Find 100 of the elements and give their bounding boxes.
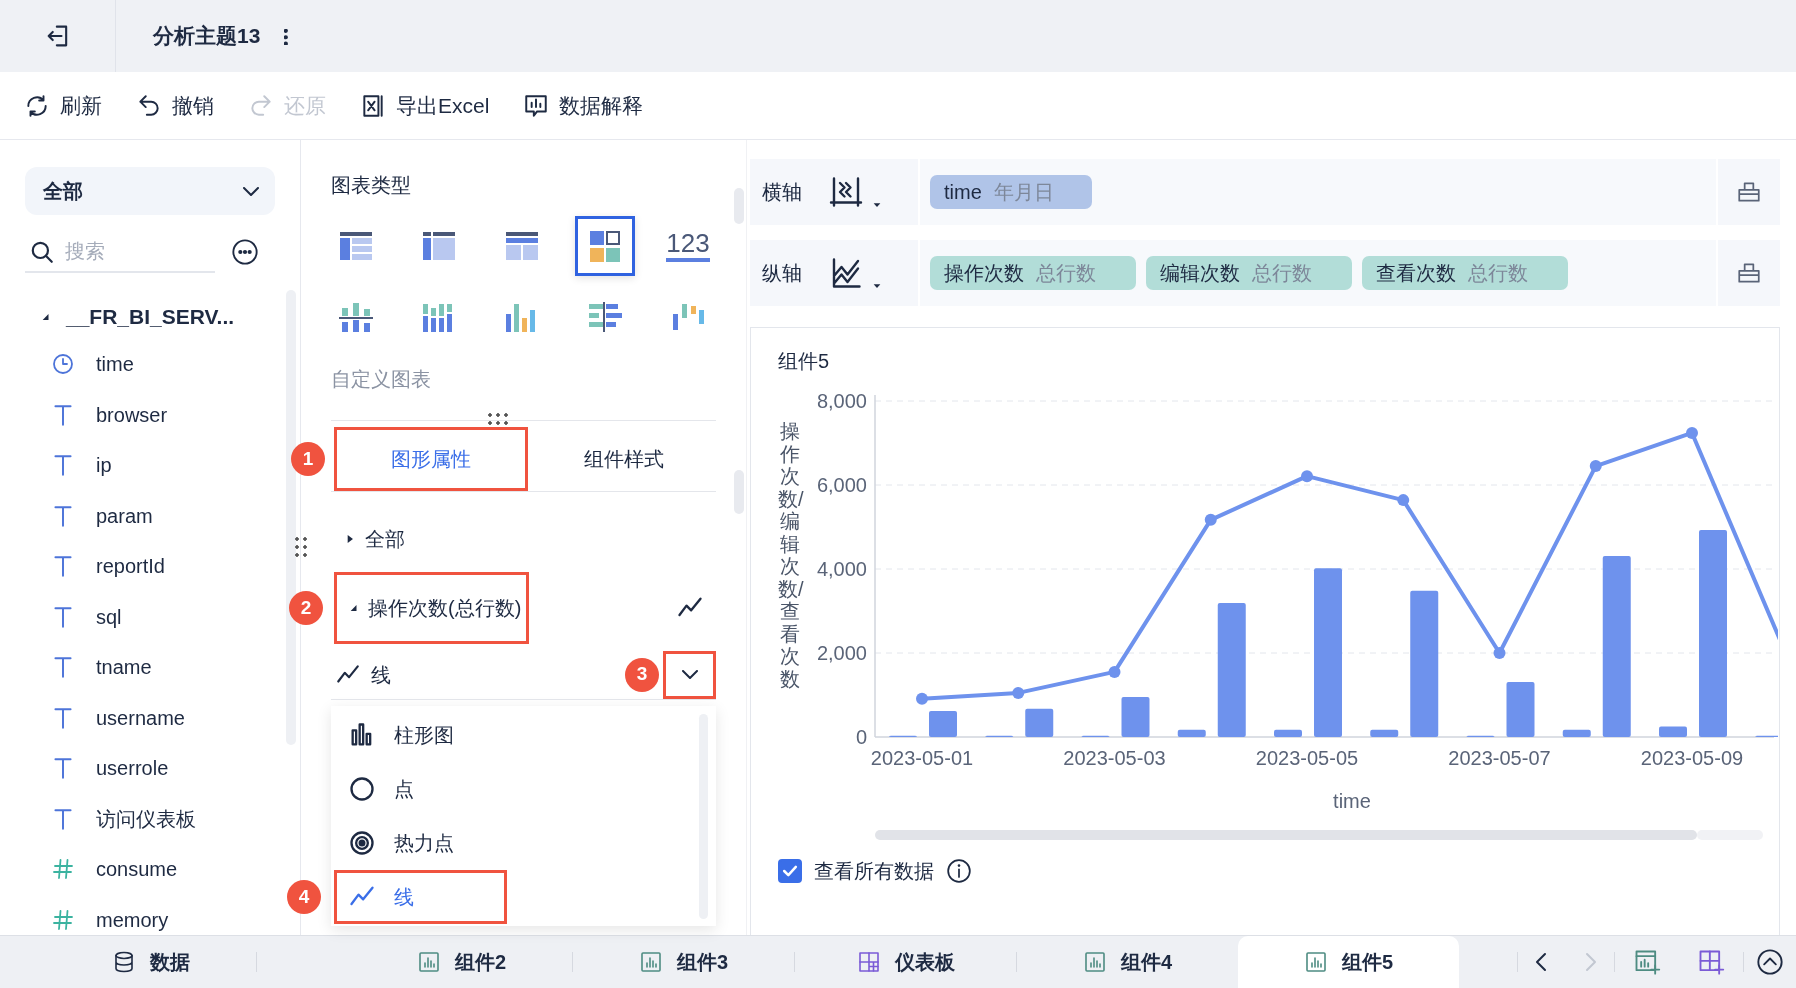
search-field[interactable]: 搜索: [55, 231, 215, 273]
y-tick-label: 0: [855, 726, 867, 748]
field-chip[interactable]: 编辑次数 总行数: [1146, 256, 1352, 290]
undo-icon: [136, 92, 162, 119]
tab[interactable]: 图形属性: [334, 427, 528, 491]
toolbar-button[interactable]: 导出Excel: [358, 85, 492, 126]
tab[interactable]: 组件样式: [528, 427, 719, 491]
table-name[interactable]: __FR_BI_SERV...: [66, 301, 235, 333]
tab[interactable]: 组件2: [351, 936, 572, 988]
data-point: [916, 692, 928, 705]
scroll-thumb[interactable]: [875, 830, 1697, 840]
wave-axis-icon: [828, 174, 864, 210]
tab[interactable]: 数据: [46, 936, 256, 988]
checkbox[interactable]: [778, 859, 802, 883]
bar-chart-icon: [638, 950, 663, 974]
field-chip[interactable]: 操作次数 总行数: [930, 256, 1136, 290]
field-chip[interactable]: 查看次数 总行数: [1362, 256, 1568, 290]
number-type-icon: [51, 857, 75, 882]
add-chart-icon: [1633, 948, 1661, 976]
menu-item[interactable]: 点: [334, 762, 507, 816]
collapse-icon: [1756, 948, 1784, 976]
field-name[interactable]: userrole: [96, 753, 169, 784]
bar: [1274, 729, 1302, 737]
x-tick-label: 2023-05-01: [870, 747, 974, 769]
callout-badge: 2: [289, 591, 323, 625]
data-point: [1589, 460, 1602, 473]
scrollbar[interactable]: [286, 290, 296, 745]
y-tick-label: 4,000: [816, 558, 867, 580]
grid-icon: [856, 950, 881, 974]
checkbox-label: 查看所有数据: [814, 859, 934, 884]
shape-value: 线: [371, 662, 391, 688]
dropdown-button[interactable]: [663, 650, 716, 699]
property-group[interactable]: 操作次数(总行数): [334, 572, 530, 644]
toolbar-button[interactable]: 撤销: [134, 85, 216, 126]
bar: [1506, 682, 1535, 737]
bar-chart-icon: [1082, 950, 1107, 974]
tab[interactable]: 仪表板: [795, 936, 1016, 988]
x-tick-label: 2023-05-09: [1640, 747, 1744, 769]
chart-type-button[interactable]: 123: [658, 216, 718, 276]
filter-dropdown[interactable]: 全部: [25, 167, 275, 215]
bar: [929, 710, 957, 737]
field-name[interactable]: time: [96, 349, 134, 380]
property-group[interactable]: 全部: [331, 514, 413, 564]
spreadsheet-icon: [360, 92, 386, 119]
menu-item[interactable]: 线: [334, 870, 507, 924]
axis-type-button[interactable]: [828, 174, 882, 210]
database-icon: [112, 950, 136, 974]
x-tick-label: 2023-05-05: [1255, 747, 1359, 769]
toolbar-button[interactable]: 数据解释: [521, 85, 646, 126]
drop-zone[interactable]: 操作次数 总行数 编辑次数 总行数 查看次数 总行数: [920, 240, 1716, 306]
chart-type-button[interactable]: [575, 216, 635, 276]
bar: [1177, 729, 1206, 737]
dock-button[interactable]: [1736, 179, 1762, 205]
x-tick-label: 2023-05-07: [1448, 747, 1551, 769]
tab[interactable]: 组件4: [1017, 936, 1238, 988]
analysis-title: 分析主题13: [153, 23, 261, 50]
field-name[interactable]: browser: [96, 399, 168, 430]
callout-badge: 4: [287, 880, 321, 914]
toolbar-button[interactable]: 刷新: [22, 85, 104, 126]
dock-icon: [1736, 179, 1762, 205]
more-icon: [231, 238, 259, 266]
field-name[interactable]: tname: [96, 652, 152, 683]
widget-title: 组件5: [778, 349, 831, 374]
callout-badge: 1: [291, 442, 325, 476]
kebab-icon: [284, 28, 288, 45]
y-tick-label: 6,000: [816, 474, 867, 496]
clock-icon: [51, 352, 75, 377]
dock-button[interactable]: [1736, 260, 1762, 286]
callout-badge: 3: [625, 657, 659, 692]
drag-handle[interactable]: [293, 535, 309, 559]
menu-item[interactable]: 柱形图: [334, 708, 507, 762]
field-name[interactable]: consume: [96, 854, 178, 885]
drag-handle[interactable]: [486, 411, 510, 427]
chevron-icon: [681, 670, 698, 679]
bar: [1659, 726, 1687, 737]
field-chip[interactable]: time 年月日: [930, 175, 1092, 209]
chevron-icon: [243, 186, 259, 196]
y-axis-title: 操作次数/编辑次数/查看次数: [778, 420, 802, 692]
field-name[interactable]: reportId: [96, 551, 165, 582]
target-icon: [348, 829, 376, 857]
bar-chart-icon: [1303, 950, 1328, 974]
y-tick-label: 8,000: [816, 390, 867, 412]
field-name[interactable]: 访问仪表板: [96, 803, 196, 834]
bar: [1562, 729, 1591, 737]
field-name[interactable]: username: [96, 702, 185, 733]
drop-zone[interactable]: time 年月日: [920, 159, 1716, 225]
field-name[interactable]: memory: [96, 904, 169, 935]
menu-item[interactable]: 热力点: [334, 816, 507, 870]
data-point: [1493, 647, 1506, 659]
data-point: [1108, 665, 1121, 678]
circle-icon: [348, 775, 376, 803]
field-name[interactable]: param: [96, 500, 153, 531]
y-tick-label: 2,000: [816, 642, 867, 664]
tab[interactable]: 组件3: [573, 936, 794, 988]
more-options-button[interactable]: [231, 238, 259, 266]
field-name[interactable]: sql: [96, 601, 122, 632]
bar: [1025, 708, 1054, 737]
data-point: [1012, 686, 1025, 699]
tab[interactable]: 组件5: [1238, 936, 1459, 988]
field-name[interactable]: ip: [96, 450, 112, 481]
